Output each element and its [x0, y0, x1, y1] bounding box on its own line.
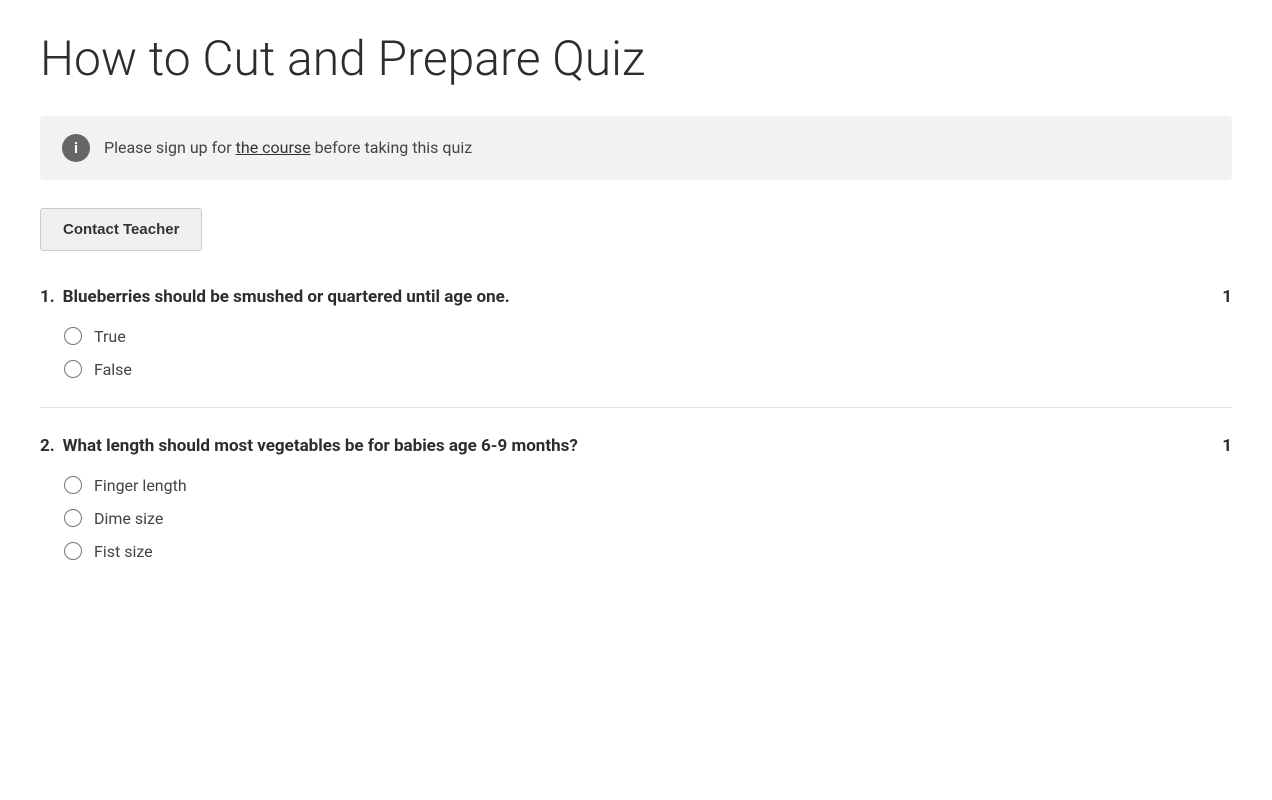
- q1-false-label[interactable]: False: [94, 360, 132, 379]
- question-2-number: 2.: [40, 436, 55, 456]
- quiz-section: 1. Blueberries should be smushed or quar…: [40, 287, 1232, 561]
- page-title: How to Cut and Prepare Quiz: [40, 30, 1232, 88]
- question-2-content: What length should most vegetables be fo…: [63, 436, 578, 456]
- q2-finger-radio[interactable]: [64, 476, 82, 494]
- question-2-options: Finger length Dime size Fist size: [40, 476, 1232, 561]
- question-1-options: True False: [40, 327, 1232, 379]
- info-banner-text: Please sign up for the course before tak…: [104, 138, 472, 157]
- info-banner: i Please sign up for the course before t…: [40, 116, 1232, 180]
- question-2-text: 2. What length should most vegetables be…: [40, 436, 578, 456]
- question-row-2: 2. What length should most vegetables be…: [40, 436, 1232, 456]
- question-row-1: 1. Blueberries should be smushed or quar…: [40, 287, 1232, 307]
- contact-teacher-button[interactable]: Contact Teacher: [40, 208, 202, 251]
- q2-fist-label[interactable]: Fist size: [94, 542, 153, 561]
- q2-dime-label[interactable]: Dime size: [94, 509, 163, 528]
- q2-finger-label[interactable]: Finger length: [94, 476, 187, 495]
- question-1-content: Blueberries should be smushed or quarter…: [63, 287, 510, 307]
- list-item: Dime size: [64, 509, 1232, 528]
- question-1-points: 1: [1222, 287, 1232, 307]
- question-divider: [40, 407, 1232, 408]
- question-1-number: 1.: [40, 287, 55, 307]
- list-item: False: [64, 360, 1232, 379]
- q2-fist-radio[interactable]: [64, 542, 82, 560]
- info-icon: i: [62, 134, 90, 162]
- list-item: Fist size: [64, 542, 1232, 561]
- question-1-text: 1. Blueberries should be smushed or quar…: [40, 287, 510, 307]
- q1-true-radio[interactable]: [64, 327, 82, 345]
- course-link[interactable]: the course: [236, 138, 311, 157]
- list-item: Finger length: [64, 476, 1232, 495]
- q1-true-label[interactable]: True: [94, 327, 126, 346]
- q1-false-radio[interactable]: [64, 360, 82, 378]
- question-2-points: 1: [1222, 436, 1232, 456]
- list-item: True: [64, 327, 1232, 346]
- q2-dime-radio[interactable]: [64, 509, 82, 527]
